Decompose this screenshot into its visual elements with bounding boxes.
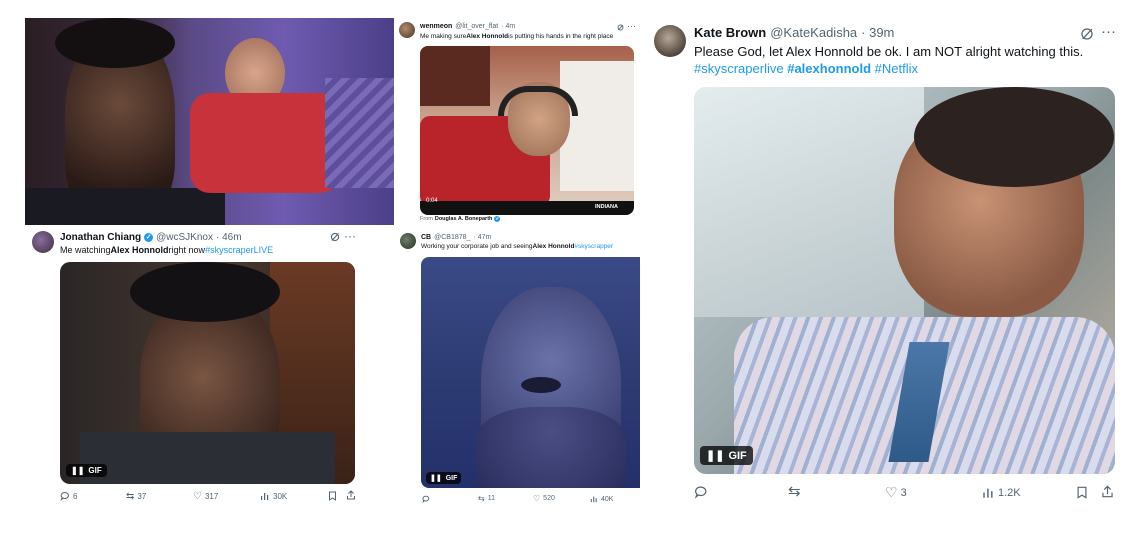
more-options-icon[interactable]: ··· bbox=[344, 229, 356, 243]
panel4-header: Kate Brown @KateKadisha · 39m bbox=[694, 25, 894, 40]
gif-label: GIF bbox=[728, 449, 747, 462]
source-name[interactable]: Douglas A. Boneparth bbox=[435, 216, 493, 222]
bookmark-icon[interactable] bbox=[328, 491, 337, 501]
verified-badge-icon: ✓ bbox=[144, 233, 154, 242]
grok-icon[interactable] bbox=[1080, 27, 1094, 41]
heart-icon: ♡ bbox=[193, 491, 202, 502]
tweet-bold: Alex Honnold bbox=[466, 33, 509, 40]
views-button[interactable]: 1.2K bbox=[982, 486, 1021, 499]
panel3-text: Working your corporate job and seeing Al… bbox=[421, 243, 641, 253]
pause-icon[interactable]: ❚❚ bbox=[71, 466, 84, 475]
author-name[interactable]: Jonathan Chiang bbox=[60, 232, 141, 243]
tweet-text: Me watching bbox=[60, 245, 111, 255]
repost-button[interactable]: ⇆ 11 bbox=[478, 494, 495, 503]
panel3-gif[interactable]: ❚❚ GIF bbox=[421, 257, 640, 488]
reply-button[interactable]: 6 bbox=[60, 491, 77, 501]
repost-count: 11 bbox=[487, 495, 495, 502]
more-options-icon[interactable]: ··· bbox=[1101, 23, 1116, 40]
panel1-header: Jonathan Chiang ✓ @wcSJKnox · 46m bbox=[60, 232, 242, 243]
panel3-header: CB @CB1878_ · 47m bbox=[421, 234, 491, 241]
tweet-text: Me making sure bbox=[420, 33, 467, 40]
tweet-text: is putting his hands in the right place bbox=[508, 33, 614, 40]
like-button[interactable]: ♡ 317 bbox=[193, 491, 218, 502]
repost-icon: ⇆ bbox=[788, 483, 801, 500]
views-button[interactable]: 30K bbox=[260, 491, 287, 501]
hashtag-link[interactable]: #skyscraperlive bbox=[694, 61, 784, 76]
heart-icon: ♡ bbox=[885, 484, 898, 500]
panel1-avatar[interactable] bbox=[32, 231, 54, 253]
tweet-bold: Alex Honnold bbox=[532, 243, 575, 250]
like-button[interactable]: ♡ 3 bbox=[885, 484, 907, 501]
pause-icon[interactable]: ❚❚ bbox=[430, 474, 442, 482]
repost-button[interactable]: ⇆ 37 bbox=[126, 491, 146, 502]
view-count: 1.2K bbox=[998, 486, 1021, 499]
panel2-header: wenmeon @lit_over_flat · 4m bbox=[420, 23, 515, 30]
like-count: 3 bbox=[900, 486, 907, 499]
scoreboard-team: INDIANA bbox=[595, 204, 618, 210]
repost-button[interactable]: ⇆ bbox=[788, 482, 801, 500]
views-icon bbox=[590, 496, 597, 503]
view-count: 30K bbox=[273, 491, 288, 501]
grok-icon[interactable] bbox=[617, 24, 624, 31]
views-button[interactable]: 40K bbox=[590, 495, 613, 503]
share-icon[interactable] bbox=[1101, 485, 1114, 498]
reply-count: 6 bbox=[73, 491, 78, 501]
panel1-text: Me watching Alex Honnold right now #skys… bbox=[60, 245, 273, 255]
panel4-avatar[interactable] bbox=[654, 25, 686, 57]
post-time[interactable]: · 47m bbox=[473, 234, 491, 241]
hashtag-link[interactable]: #alexhonnold bbox=[787, 61, 871, 76]
panel1-gif[interactable]: ❚❚ GIF bbox=[60, 262, 355, 484]
author-handle[interactable]: @lit_over_flat bbox=[455, 23, 498, 30]
gif-label: GIF bbox=[88, 466, 102, 475]
gif-badge[interactable]: ❚❚ GIF bbox=[66, 464, 107, 477]
share-icon[interactable] bbox=[346, 490, 356, 500]
tweet-text: Please God, let Alex Honnold be ok. I am… bbox=[694, 44, 1084, 59]
author-handle[interactable]: @KateKadisha bbox=[770, 25, 857, 40]
author-name[interactable]: CB bbox=[421, 234, 431, 241]
author-name[interactable]: wenmeon bbox=[420, 23, 452, 30]
like-count: 520 bbox=[543, 495, 555, 502]
panel3-avatar[interactable] bbox=[400, 233, 416, 249]
more-options-icon[interactable]: ··· bbox=[627, 21, 636, 31]
repost-icon: ⇆ bbox=[478, 494, 485, 503]
gif-label: GIF bbox=[445, 474, 458, 482]
views-icon bbox=[261, 493, 269, 500]
post-time[interactable]: · 4m bbox=[501, 23, 515, 30]
tweet-text: right now bbox=[168, 245, 206, 255]
view-count: 40K bbox=[601, 495, 614, 503]
reply-button[interactable] bbox=[422, 495, 430, 503]
hashtag-link[interactable]: #skyscrapper bbox=[574, 243, 613, 250]
views-icon bbox=[983, 488, 993, 498]
heart-icon: ♡ bbox=[533, 494, 541, 503]
gif-badge[interactable]: ❚❚ GIF bbox=[426, 472, 462, 484]
tweet-text: Working your corporate job and seeing bbox=[421, 243, 533, 250]
verified-badge-icon: ✓ bbox=[494, 216, 501, 222]
panel2-avatar[interactable] bbox=[399, 22, 415, 38]
hashtag-link[interactable]: #Netflix bbox=[875, 61, 918, 76]
pause-icon[interactable]: ❚❚ bbox=[706, 449, 724, 462]
reply-button[interactable] bbox=[694, 485, 708, 499]
author-handle[interactable]: @CB1878_ bbox=[434, 234, 470, 241]
panel2-video[interactable]: 0:04 INDIANA bbox=[420, 46, 634, 215]
hashtag-link[interactable]: #skyscraperLIVE bbox=[205, 245, 273, 255]
source-prefix: From bbox=[420, 216, 433, 222]
post-time[interactable]: · 39m bbox=[861, 25, 894, 40]
panel4-gif[interactable]: ❚❚ GIF bbox=[694, 87, 1115, 474]
repost-icon: ⇆ bbox=[126, 491, 135, 502]
grok-icon[interactable] bbox=[330, 232, 340, 242]
panel2-text: Me making sure Alex Honnold is putting h… bbox=[420, 33, 613, 40]
like-button[interactable]: ♡ 520 bbox=[533, 494, 555, 503]
tweet-bold: Alex Honnold bbox=[110, 245, 169, 255]
panel4-text: Please God, let Alex Honnold be ok. I am… bbox=[694, 43, 1114, 77]
author-name[interactable]: Kate Brown bbox=[694, 25, 766, 40]
post-time[interactable]: · 46m bbox=[216, 232, 242, 243]
panel2-source: From Douglas A. Boneparth ✓ bbox=[420, 216, 501, 222]
panel1-top-image[interactable] bbox=[25, 18, 394, 225]
gif-badge[interactable]: ❚❚ GIF bbox=[700, 446, 753, 465]
author-handle[interactable]: @wcSJKnox bbox=[156, 232, 213, 243]
video-timestamp: 0:04 bbox=[426, 198, 438, 204]
repost-count: 37 bbox=[137, 492, 147, 501]
bookmark-icon[interactable] bbox=[1076, 486, 1088, 499]
like-count: 317 bbox=[204, 492, 219, 501]
